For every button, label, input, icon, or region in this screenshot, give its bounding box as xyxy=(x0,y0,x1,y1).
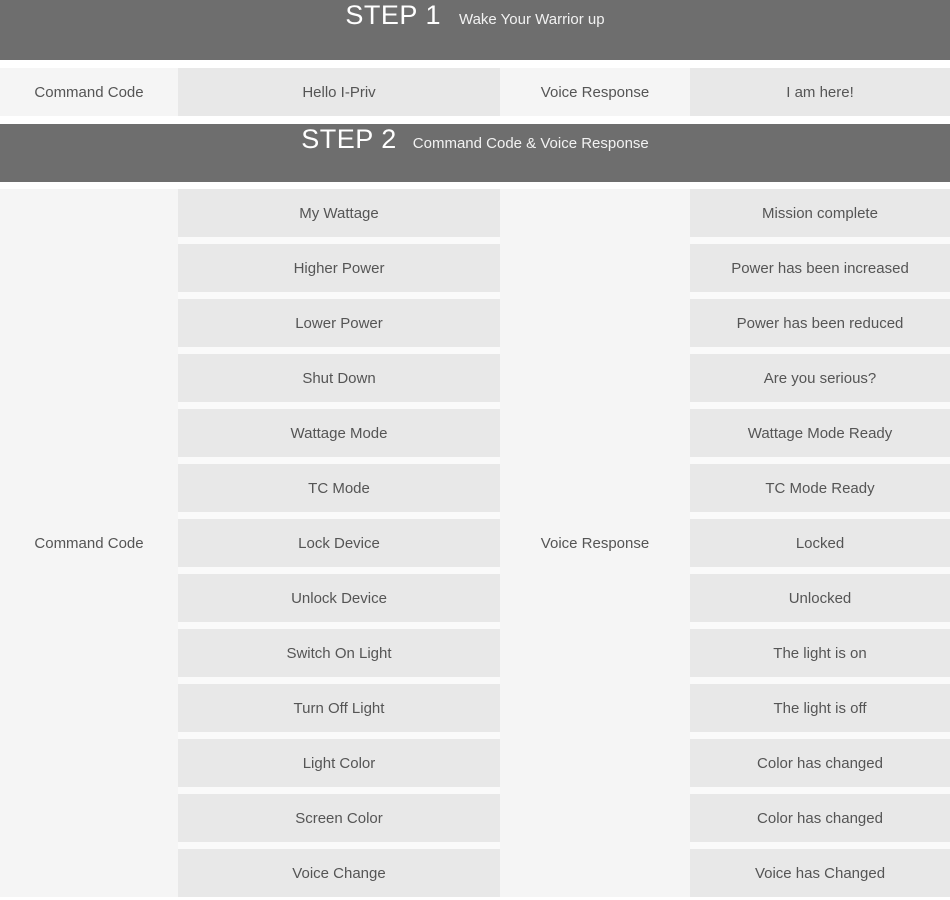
voice-response-cell: Color has changed xyxy=(690,739,950,787)
step-1-command-value: Hello I-Priv xyxy=(178,68,500,116)
voice-response-cell: Are you serious? xyxy=(690,354,950,402)
step-2-banner: STEP 2 Command Code & Voice Response xyxy=(0,124,950,182)
voice-response-cell: Wattage Mode Ready xyxy=(690,409,950,457)
step-1-row: Command Code Hello I-Priv Voice Response… xyxy=(0,68,950,116)
voice-response-cell: TC Mode Ready xyxy=(690,464,950,512)
command-code-cell: TC Mode xyxy=(178,464,500,512)
voice-response-cell: The light is off xyxy=(690,684,950,732)
step-1-title: STEP 1 xyxy=(345,0,441,30)
step-1-response-label: Voice Response xyxy=(500,68,690,116)
voice-response-cell: Locked xyxy=(690,519,950,567)
command-code-cell: Lock Device xyxy=(178,519,500,567)
step-2-title: STEP 2 xyxy=(301,124,397,154)
command-code-cell: Voice Change xyxy=(178,849,500,897)
step-1-response-value: I am here! xyxy=(690,68,950,116)
command-code-cell: My Wattage xyxy=(178,189,500,237)
voice-response-cell: Unlocked xyxy=(690,574,950,622)
voice-response-cell: Power has been increased xyxy=(690,244,950,292)
step-2-subtitle: Command Code & Voice Response xyxy=(412,135,649,152)
command-code-cell: Unlock Device xyxy=(178,574,500,622)
command-code-cell: Switch On Light xyxy=(178,629,500,677)
step-1-subtitle: Wake Your Warrior up xyxy=(458,11,605,28)
command-code-cell: Screen Color xyxy=(178,794,500,842)
command-code-cell: Higher Power xyxy=(178,244,500,292)
voice-response-cell: Voice has Changed xyxy=(690,849,950,897)
step-2-table: Command Code My Wattage Higher Power Lower… xyxy=(0,189,950,897)
command-code-cell: Wattage Mode xyxy=(178,409,500,457)
command-reference-sheet: STEP 1 Wake Your Warrior up Command Code… xyxy=(0,0,950,897)
command-code-cell: Turn Off Light xyxy=(178,684,500,732)
voice-response-cell: The light is on xyxy=(690,629,950,677)
voice-response-cell: Mission complete xyxy=(690,189,950,237)
voice-response-column: Mission complete Power has been increased… xyxy=(690,189,950,897)
step-2-response-label: Voice Response xyxy=(500,189,690,897)
command-code-cell: Shut Down xyxy=(178,354,500,402)
voice-response-cell: Color has changed xyxy=(690,794,950,842)
step-2-command-label: Command Code xyxy=(0,189,178,897)
step-1-banner: STEP 1 Wake Your Warrior up xyxy=(0,0,950,60)
voice-response-cell: Power has been reduced xyxy=(690,299,950,347)
command-code-cell: Light Color xyxy=(178,739,500,787)
command-code-column: My Wattage Higher Power Lower Power Shut Do… xyxy=(178,189,500,897)
step-1-command-label: Command Code xyxy=(0,68,178,116)
command-code-cell: Lower Power xyxy=(178,299,500,347)
